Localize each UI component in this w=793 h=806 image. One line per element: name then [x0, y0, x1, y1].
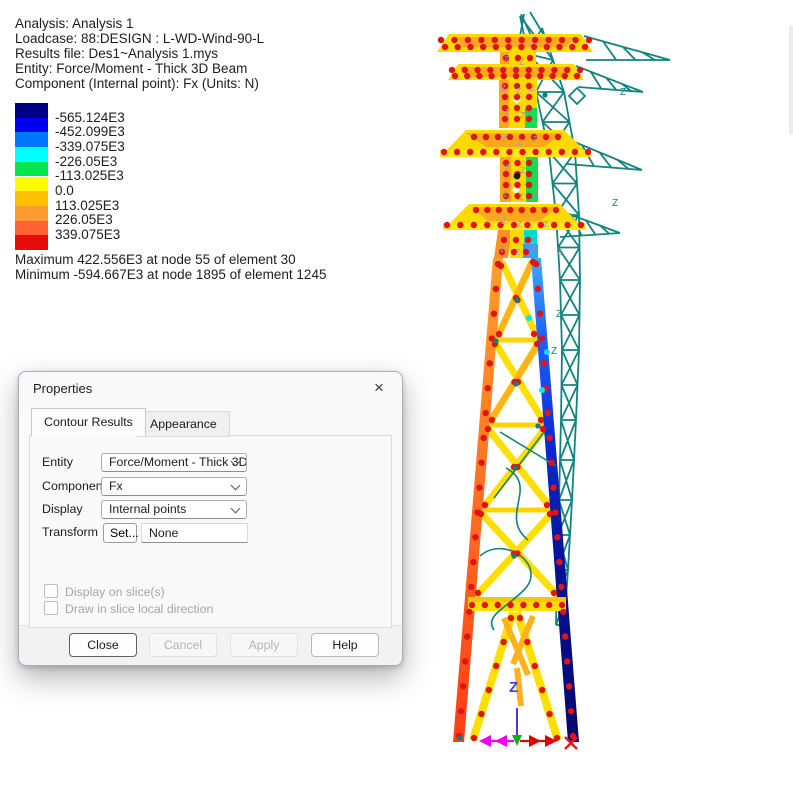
display-select[interactable]: Internal points	[101, 500, 247, 519]
svg-text:Z: Z	[501, 83, 506, 93]
checkbox-draw-in-slice-local-direction[interactable]	[44, 601, 58, 615]
component-label: Component	[42, 479, 106, 493]
results-annotation: Analysis: Analysis 1 Loadcase: 88:DESIGN…	[15, 16, 264, 91]
properties-dialog: Properties × Contour Results Appearance …	[18, 371, 403, 666]
svg-text:Z: Z	[620, 87, 626, 98]
legend-swatch	[15, 206, 48, 221]
svg-text:Z: Z	[532, 134, 537, 144]
svg-text:Z: Z	[519, 57, 524, 67]
results-file-line: Results file: Des1~Analysis 1.mys	[15, 46, 264, 61]
help-button[interactable]: Help	[311, 633, 379, 657]
legend-value: 0.0	[55, 184, 74, 198]
legend-swatch	[15, 132, 48, 147]
legend-value: -339.075E3	[55, 140, 125, 154]
chevron-down-icon	[231, 504, 241, 514]
component-line: Component (Internal point): Fx (Units: N…	[15, 76, 264, 91]
svg-text:Z: Z	[518, 192, 523, 202]
legend-swatch	[15, 118, 48, 133]
entity-select[interactable]: Force/Moment - Thick 3D E	[101, 453, 247, 472]
maximum-line: Maximum 422.556E3 at node 55 of element …	[15, 252, 326, 267]
svg-text:Z: Z	[556, 309, 562, 320]
svg-text:Z: Z	[520, 110, 525, 120]
close-icon[interactable]: ×	[368, 377, 390, 399]
legend-swatch	[15, 191, 48, 206]
legend-value: 113.025E3	[55, 199, 119, 213]
tower-contour-render	[437, 34, 593, 742]
svg-text:Z: Z	[505, 107, 510, 117]
legend-swatch	[15, 103, 48, 118]
legend-value: -113.025E3	[55, 169, 124, 183]
svg-text:Z: Z	[543, 219, 548, 229]
entity-line: Entity: Force/Moment - Thick 3D Beam	[15, 61, 264, 76]
display-label: Display	[42, 502, 83, 516]
display-value: Internal points	[109, 502, 186, 516]
svg-text:Z: Z	[515, 247, 520, 257]
transform-label: Transform	[42, 525, 98, 539]
tab-appearance[interactable]: Appearance	[137, 411, 230, 437]
legend-swatch	[15, 147, 48, 162]
result-extremes: Maximum 422.556E3 at node 55 of element …	[15, 252, 326, 282]
svg-text:Z: Z	[531, 244, 536, 254]
dialog-button-strip: Close Cancel Apply Help	[19, 625, 402, 665]
legend-swatch	[15, 235, 48, 250]
transform-set-button[interactable]: Set...	[103, 523, 137, 543]
svg-text:Z: Z	[520, 165, 525, 175]
checkbox-display-on-slices[interactable]	[44, 584, 58, 598]
transform-value: None	[141, 523, 248, 543]
legend-value: -452.099E3	[55, 125, 125, 139]
cancel-button[interactable]: Cancel	[149, 633, 217, 657]
axis-neg-x-arrow	[479, 735, 491, 747]
svg-text:Z: Z	[530, 83, 535, 93]
svg-text:Z: Z	[517, 137, 522, 147]
scrollbar-strip[interactable]	[789, 25, 793, 135]
axis-z-label: Z	[509, 679, 518, 696]
svg-text:Z: Z	[612, 198, 618, 209]
svg-text:Z: Z	[551, 346, 557, 357]
contour-legend: -565.124E3-452.099E3-339.075E3-226.05E3-…	[15, 103, 245, 255]
tab-contour-results[interactable]: Contour Results	[31, 408, 146, 436]
svg-text:Z: Z	[505, 162, 510, 172]
component-value: Fx	[109, 479, 123, 493]
tab-page: Entity Force/Moment - Thick 3D E Compone…	[29, 435, 392, 628]
svg-text:Z: Z	[503, 189, 508, 199]
chevron-down-icon	[231, 481, 241, 491]
svg-text:Z: Z	[500, 244, 505, 254]
dialog-title: Properties	[33, 381, 92, 396]
svg-text:Z: Z	[533, 189, 538, 199]
loadcase-line: Loadcase: 88:DESIGN : L-WD-Wind-90-L	[15, 31, 264, 46]
component-select[interactable]: Fx	[101, 477, 247, 496]
legend-value: 226.05E3	[55, 213, 113, 227]
svg-text:Z: Z	[517, 219, 522, 229]
close-button[interactable]: Close	[69, 633, 137, 657]
apply-button[interactable]: Apply	[230, 633, 298, 657]
legend-swatch	[15, 162, 48, 177]
svg-text:Z: Z	[501, 216, 506, 226]
svg-text:Z: Z	[504, 54, 509, 64]
checkbox-draw-slice-label: Draw in slice local direction	[65, 602, 213, 616]
legend-value: -565.124E3	[55, 111, 125, 125]
svg-text:Z: Z	[502, 134, 507, 144]
entity-label: Entity	[42, 455, 73, 469]
legend-swatch	[15, 177, 48, 192]
svg-text:Z: Z	[557, 247, 562, 257]
legend-swatch	[15, 221, 48, 236]
minimum-line: Minimum -594.667E3 at node 1895 of eleme…	[15, 267, 326, 282]
dialog-titlebar[interactable]: Properties ×	[19, 372, 402, 404]
entity-value: Force/Moment - Thick 3D E	[109, 455, 247, 469]
axis-triad: Z	[479, 679, 577, 749]
checkbox-display-on-slices-label: Display on slice(s)	[65, 585, 165, 599]
analysis-line: Analysis: Analysis 1	[15, 16, 264, 31]
legend-value: 339.075E3	[55, 228, 120, 242]
svg-text:Z: Z	[516, 86, 521, 96]
legend-value: -226.05E3	[55, 155, 117, 169]
